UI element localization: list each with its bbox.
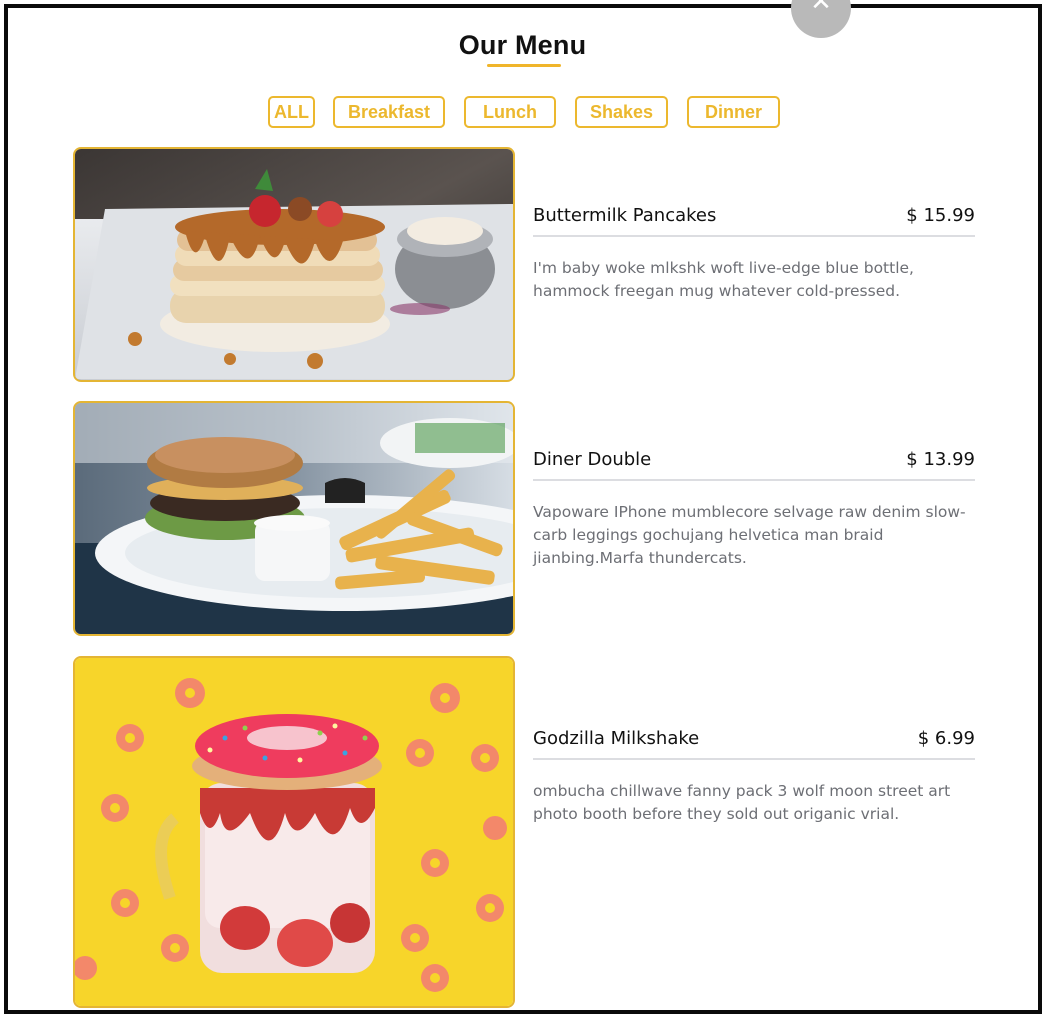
filter-button-dinner[interactable]: Dinner: [687, 96, 780, 128]
item-name: Godzilla Milkshake: [533, 728, 700, 749]
close-icon: ✕: [810, 0, 832, 17]
item-info: Godzilla Milkshake $ 6.99 ombucha chillw…: [533, 728, 975, 826]
item-info: Buttermilk Pancakes $ 15.99 I'm baby wok…: [533, 205, 975, 303]
milkshake-image: [75, 658, 513, 1006]
category-filters: ALL Breakfast Lunch Shakes Dinner: [0, 96, 1045, 128]
item-name: Diner Double: [533, 449, 652, 470]
item-price: $ 13.99: [906, 449, 975, 470]
pancakes-image: [75, 149, 513, 380]
item-description: Vapoware IPhone mumblecore selvage raw d…: [533, 503, 966, 567]
filter-button-shakes[interactable]: Shakes: [575, 96, 668, 128]
item-info: Diner Double $ 13.99 Vapoware IPhone mum…: [533, 449, 975, 570]
item-description: I'm baby woke mlkshk woft live-edge blue…: [533, 259, 914, 300]
item-header: Buttermilk Pancakes $ 15.99: [533, 205, 975, 237]
item-photo-burger: [73, 401, 515, 636]
filter-button-breakfast[interactable]: Breakfast: [333, 96, 445, 128]
item-price: $ 6.99: [917, 728, 975, 749]
filter-button-all[interactable]: ALL: [268, 96, 315, 128]
page-title: Our Menu: [458, 30, 587, 60]
title-underline: [487, 64, 561, 67]
item-price: $ 15.99: [906, 205, 975, 226]
item-photo-milkshake: [73, 656, 515, 1008]
burger-image: [75, 403, 513, 634]
filter-button-lunch[interactable]: Lunch: [464, 96, 556, 128]
item-photo-pancakes: [73, 147, 515, 382]
item-description: ombucha chillwave fanny pack 3 wolf moon…: [533, 782, 951, 823]
item-header: Godzilla Milkshake $ 6.99: [533, 728, 975, 760]
item-name: Buttermilk Pancakes: [533, 205, 717, 226]
item-header: Diner Double $ 13.99: [533, 449, 975, 481]
